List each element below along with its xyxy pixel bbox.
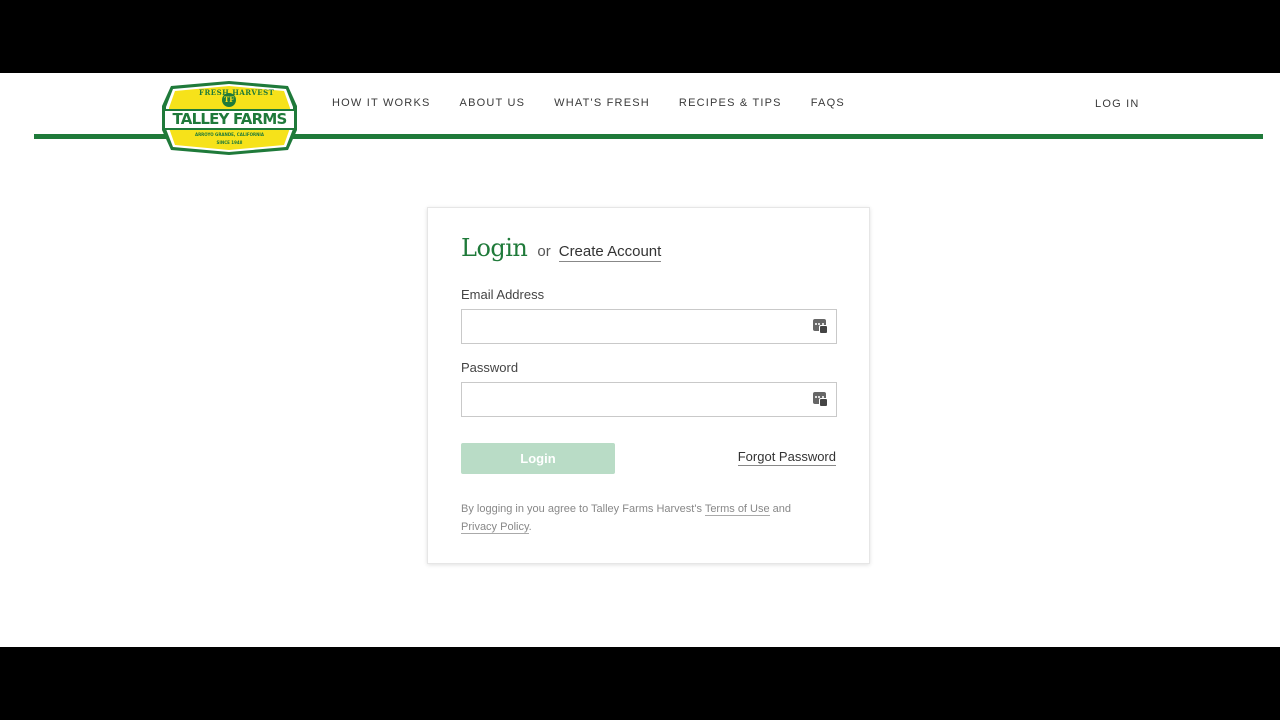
nav-faqs[interactable]: FAQS bbox=[811, 97, 845, 109]
login-title: Login bbox=[461, 234, 528, 262]
logo-name: TALLEY FARMS bbox=[172, 110, 288, 128]
logo-since: SINCE 1948 bbox=[216, 140, 243, 145]
or-text: or bbox=[537, 243, 551, 260]
logo-monogram: TF bbox=[224, 95, 235, 104]
login-button[interactable]: Login bbox=[461, 443, 615, 474]
page: FRESH HARVEST TF TALLEY FARMS ARROYO GRA… bbox=[0, 73, 1280, 647]
create-account-link[interactable]: Create Account bbox=[558, 243, 662, 262]
terms-and: and bbox=[769, 503, 792, 515]
terms-of-use-link[interactable]: Terms of Use bbox=[704, 503, 770, 516]
login-card: Login or Create Account Email Address Pa… bbox=[427, 207, 870, 564]
letterbox-bottom bbox=[0, 647, 1280, 720]
main-nav: HOW IT WORKS ABOUT US WHAT'S FRESH RECIP… bbox=[332, 97, 874, 109]
autofill-key-icon[interactable] bbox=[813, 391, 829, 408]
talley-farms-logo[interactable]: FRESH HARVEST TF TALLEY FARMS ARROYO GRA… bbox=[161, 80, 298, 156]
nav-how-it-works[interactable]: HOW IT WORKS bbox=[332, 97, 431, 109]
password-label: Password bbox=[461, 360, 519, 375]
nav-whats-fresh[interactable]: WHAT'S FRESH bbox=[554, 97, 650, 109]
nav-about-us[interactable]: ABOUT US bbox=[460, 97, 526, 109]
terms-end: . bbox=[528, 521, 532, 533]
email-field[interactable] bbox=[461, 309, 837, 344]
password-input[interactable] bbox=[462, 383, 813, 416]
terms-prefix: By logging in you agree to Talley Farms … bbox=[461, 503, 705, 515]
logo-top-text: FRESH HARVEST bbox=[199, 88, 275, 97]
email-input[interactable] bbox=[462, 310, 813, 343]
card-heading: Login or Create Account bbox=[461, 234, 662, 262]
password-field[interactable] bbox=[461, 382, 837, 417]
email-label: Email Address bbox=[461, 287, 545, 302]
nav-log-in[interactable]: LOG IN bbox=[1095, 98, 1140, 110]
terms-text: By logging in you agree to Talley Farms … bbox=[461, 500, 821, 536]
nav-recipes-tips[interactable]: RECIPES & TIPS bbox=[679, 97, 782, 109]
logo-location: ARROYO GRANDE, CALIFORNIA bbox=[194, 132, 265, 137]
privacy-policy-link[interactable]: Privacy Policy bbox=[461, 521, 529, 534]
autofill-key-icon[interactable] bbox=[813, 318, 829, 335]
letterbox-top bbox=[0, 0, 1280, 73]
forgot-password-link[interactable]: Forgot Password bbox=[737, 449, 836, 466]
